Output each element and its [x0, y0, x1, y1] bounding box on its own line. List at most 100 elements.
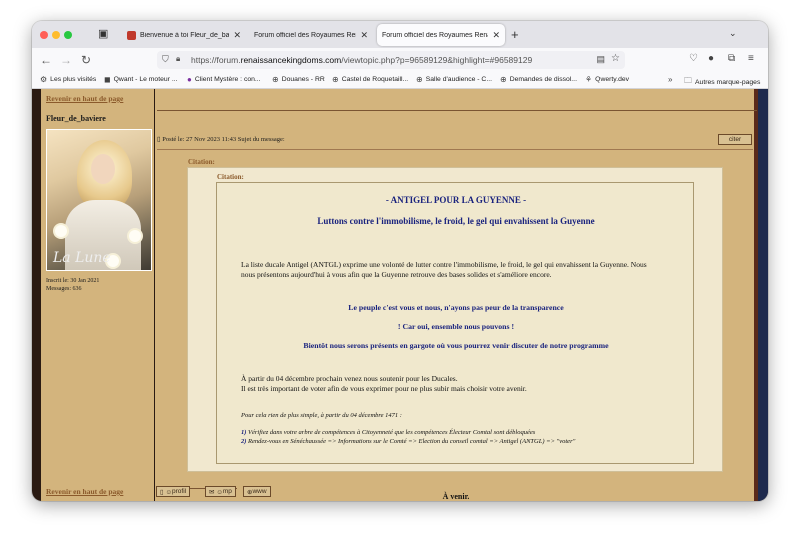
url-prefix: https://forum. — [191, 55, 241, 65]
globe-icon: ⊕ — [416, 75, 423, 84]
post-header: ▯ Posté le: 27 Nov 2023 11:43 Sujet du m… — [157, 135, 285, 143]
forum-page: Revenir en haut de page Fleur_de_baviere… — [32, 89, 768, 501]
pm-button-label: mp — [222, 488, 232, 495]
divider — [157, 149, 753, 150]
avatar-signature: La Lune — [53, 250, 111, 266]
quote-step: 1) Vérifiez dans votre arbre de compéten… — [241, 428, 681, 437]
double-chevron-icon: » — [668, 75, 673, 84]
message-count: Messages: 636 — [46, 286, 82, 292]
tab-favicon-icon — [127, 30, 136, 40]
quote-paragraph: À partir du 04 décembre prochain venez n… — [241, 374, 458, 383]
tab-label: Forum officiel des Royaumes Renaissants — [382, 31, 488, 39]
post-date: Posté le: 27 Nov 2023 11:43 Sujet du mes… — [162, 136, 285, 143]
bookmark-label: Autres marque-pages — [695, 78, 761, 86]
author-stats: Inscrit le: 30 Jan 2021 Messages: 636 — [46, 277, 99, 293]
bookmark-other[interactable]: 🗀︎ Autres marque-pages — [684, 75, 760, 89]
step-number: 2) — [241, 438, 247, 445]
bookmark-castel[interactable]: ⊕ Castel de Roquetaill... — [332, 75, 408, 84]
avatar-face — [91, 154, 115, 184]
bookmark-qwant[interactable]: ◼ Qwant - Le moteur ... — [104, 75, 177, 84]
client-icon: ● — [187, 75, 192, 84]
bookmark-salle-audience[interactable]: ⊕ Salle d'audience - C... — [416, 75, 492, 84]
tab-forum-active[interactable]: Forum officiel des Royaumes Renaissants … — [377, 24, 505, 46]
tab-label: Forum officiel des Royaumes Renaissants — [254, 31, 356, 39]
quote-paragraph: La liste ducale Antigel (ANTGL) exprime … — [241, 260, 647, 279]
browser-window: ▣ Bienvenue à toi Fleur_de_baviere ✕ For… — [32, 21, 768, 501]
profile-button[interactable]: ▯ ☺ profil — [156, 486, 191, 497]
back-to-top-link-bottom[interactable]: Revenir en haut de page — [46, 487, 123, 496]
profile-button-label: profil — [172, 488, 187, 495]
www-button-label: www — [252, 488, 267, 495]
menu-icon[interactable]: ≡ — [748, 53, 754, 64]
quote-button[interactable]: citer — [718, 134, 752, 145]
reader-view-icon[interactable]: ▤ — [596, 54, 605, 65]
globe-icon: ⊕ — [332, 75, 339, 84]
address-bar[interactable]: ⛉ 🔒︎ https://forum.renaissancekingdoms.c… — [157, 51, 625, 69]
tab-manager-icon[interactable]: ▣ — [98, 27, 112, 41]
pm-button[interactable]: ✉ ☺ mp — [205, 486, 236, 497]
gear-icon: ⚙ — [40, 75, 48, 84]
bookmark-qwerty[interactable]: ⚘ Qwerty.dev — [585, 75, 629, 84]
bookmarks-overflow-icon[interactable]: » — [668, 75, 675, 84]
new-tab-icon[interactable]: + — [511, 27, 519, 42]
bookmark-label: Les plus visités — [50, 76, 97, 83]
leaf-icon: ⚘ — [585, 75, 593, 84]
forward-arrow-icon[interactable]: → — [60, 53, 72, 67]
bookmark-label: Demandes de dissol... — [509, 76, 577, 83]
post-signature: À venir. — [442, 492, 470, 501]
daisy-icon — [129, 230, 141, 242]
url-domain: renaissancekingdoms.com — [240, 55, 342, 65]
tab-label: Bienvenue à toi Fleur_de_baviere — [140, 31, 230, 39]
qwant-icon: ◼ — [104, 75, 111, 84]
account-icon[interactable]: ● — [708, 53, 714, 64]
zoom-window-button[interactable] — [64, 31, 72, 39]
bookmark-label: Douanes - RR — [281, 76, 325, 83]
close-tab-icon[interactable]: ✕ — [233, 30, 241, 41]
quote-paragraph: Il est très important de voter afin de v… — [241, 384, 527, 393]
back-to-top-link[interactable]: Revenir en haut de page — [46, 94, 123, 103]
tab-forum-1[interactable]: Forum officiel des Royaumes Renaissants … — [249, 24, 373, 46]
close-tab-icon[interactable]: ✕ — [360, 30, 368, 41]
bookmark-label: Qwant - Le moteur ... — [113, 76, 178, 83]
www-button[interactable]: ⊕ www — [243, 486, 271, 497]
bookmark-star-icon[interactable]: ☆ — [611, 53, 620, 64]
quote-subtitle: Luttons contre l'immobilisme, le froid, … — [317, 216, 595, 226]
page-border — [758, 89, 768, 501]
bookmark-demandes[interactable]: ⊕ Demandes de dissol... — [500, 75, 577, 84]
back-arrow-icon[interactable]: ← — [40, 53, 52, 67]
chevron-down-icon[interactable]: ⌄ — [729, 28, 737, 39]
close-tab-icon[interactable]: ✕ — [492, 30, 500, 41]
quote-step: 2) Rendez-vous en Sénéchaussée => Inform… — [241, 437, 681, 446]
bookmark-douanes[interactable]: ⊕ Douanes - RR — [272, 75, 325, 84]
reload-icon[interactable]: ↻ — [81, 53, 91, 67]
quote-button-label: citer — [728, 136, 742, 143]
lock-icon[interactable]: 🔒︎ — [176, 54, 180, 64]
bookmarks-bar: ⚙ Les plus visités ◼ Qwant - Le moteur ...… — [32, 72, 768, 89]
bookmark-label: Salle d'audience - C... — [425, 76, 492, 83]
extensions-icon[interactable]: ⧉ — [728, 53, 735, 64]
folder-icon: 🗀︎ — [684, 76, 692, 85]
globe-icon: ⊕ — [500, 75, 507, 84]
tab-strip: ▣ Bienvenue à toi Fleur_de_baviere ✕ For… — [32, 21, 768, 48]
daisy-icon — [55, 225, 67, 237]
quote-slogan: ! Car oui, ensemble nous pouvons ! — [397, 322, 515, 331]
close-window-button[interactable] — [40, 31, 48, 39]
profile-icon: ▯ ☺ — [160, 488, 173, 496]
bookmark-client-mystere[interactable]: ● Client Mystère : con... — [187, 75, 261, 84]
url-text[interactable]: https://forum.renaissancekingdoms.com/vi… — [191, 55, 532, 65]
globe-icon: ⊕ — [272, 75, 279, 84]
bookmark-most-visited[interactable]: ⚙ Les plus visités — [40, 75, 96, 84]
post-author[interactable]: Fleur_de_baviere — [46, 114, 106, 123]
pm-icon: ✉ ☺ — [209, 488, 223, 496]
minimize-window-button[interactable] — [52, 31, 60, 39]
url-path: /viewtopic.php?p=96589129&highlight=#965… — [341, 55, 533, 65]
bookmark-label: Castel de Roquetaill... — [341, 76, 409, 83]
nav-bar: ← → ↻ ⛉ 🔒︎ https://forum.renaissanceking… — [32, 48, 768, 72]
shield-icon[interactable]: ⛉ — [162, 54, 169, 65]
citation-label: Citation: — [217, 173, 244, 181]
quote-howto: Pour cela rien de plus simple, à partir … — [241, 412, 402, 419]
tab-bienvenue[interactable]: Bienvenue à toi Fleur_de_baviere ✕ — [122, 24, 246, 46]
pocket-icon[interactable]: ♡ — [689, 53, 698, 64]
step-text: Vérifiez dans votre arbre de compétences… — [248, 429, 536, 436]
step-number: 1) — [241, 429, 247, 436]
